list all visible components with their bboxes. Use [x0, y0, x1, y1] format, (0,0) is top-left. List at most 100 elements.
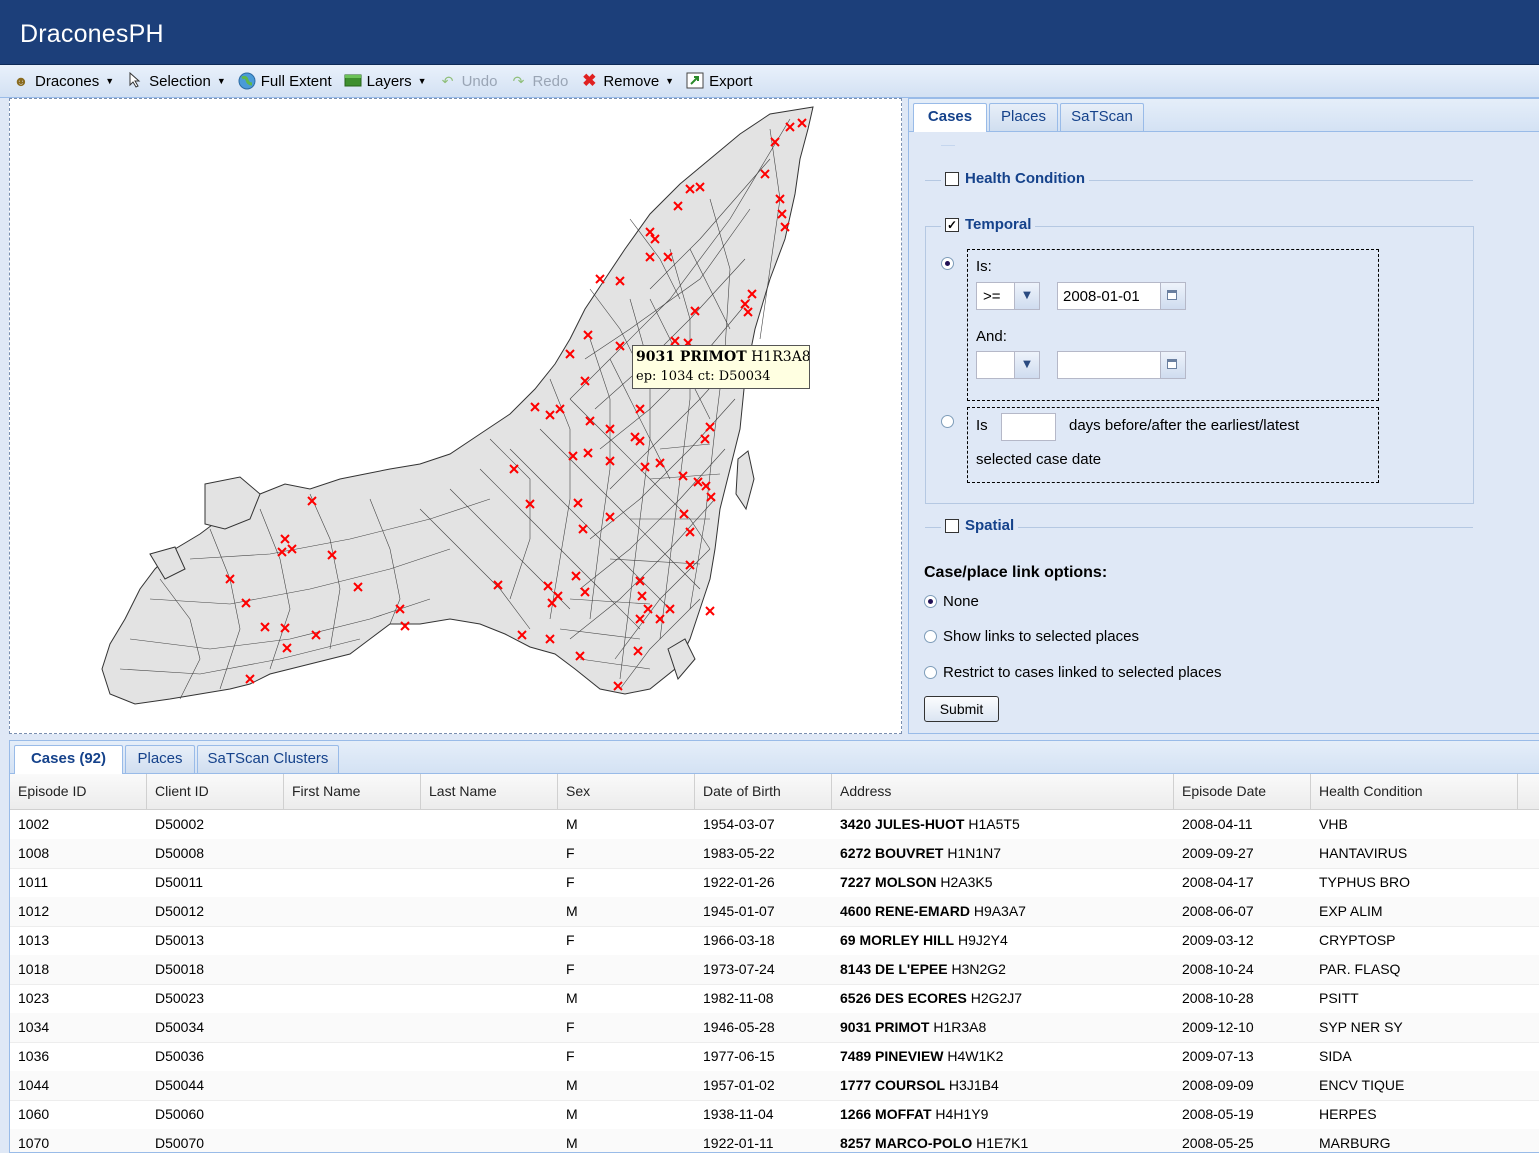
column-episode-date[interactable]: Episode Date [1174, 774, 1311, 809]
health-condition-fieldset[interactable]: Health Condition [941, 170, 1089, 187]
tab-places-results[interactable]: Places [125, 745, 195, 773]
chevron-down-icon[interactable]: ▼ [1014, 283, 1039, 309]
export-button[interactable]: Export [686, 72, 752, 90]
map-view[interactable]: 9031 PRIMOT H1R3A8 ep: 1034 ct: D50034 [9, 98, 902, 734]
layers-menu-button[interactable]: Layers ▼ [344, 72, 427, 90]
cell-dob: 1922-01-26 [703, 874, 775, 890]
address-postal: H4H1Y9 [931, 1106, 989, 1122]
remove-menu-button[interactable]: ✖ Remove ▼ [580, 72, 674, 90]
address-street: 7489 PINEVIEW [840, 1048, 944, 1064]
table-row[interactable]: 1060 D50060 M 1938-11-04 1266 MOFFAT H4H1Y9 2… [10, 1100, 1539, 1130]
cell-address: 9031 PRIMOT H1R3A8 [832, 1013, 1174, 1042]
table-row[interactable]: 1034 D50034 F 1946-05-28 9031 PRIMOT H1R3A8 2… [10, 1013, 1539, 1043]
island-map[interactable] [10, 99, 901, 733]
table-row[interactable]: 1013 D50013 F 1966-03-18 69 MORLEY HILL H9J2… [10, 926, 1539, 956]
column-episode-id[interactable]: Episode ID [10, 774, 147, 809]
cell-client: D50060 [155, 1106, 205, 1122]
cell-address: 7489 PINEVIEW H4W1K2 [832, 1042, 1174, 1071]
health-condition-checkbox[interactable] [945, 171, 959, 186]
cell-dob: 1973-07-24 [703, 961, 775, 977]
days-prefix-label: Is [976, 417, 988, 434]
redo-button[interactable]: ↷ Redo [509, 72, 569, 90]
cell-condition: PAR. FLASQ [1319, 961, 1401, 977]
cell-last [421, 810, 558, 839]
cell-last [421, 1042, 558, 1071]
submit-button[interactable]: Submit [924, 696, 999, 722]
link-none-radio[interactable] [924, 595, 937, 608]
tab-satscan[interactable]: SaTScan [1060, 103, 1144, 131]
case-marker[interactable] [705, 606, 715, 616]
cell-first [284, 1071, 421, 1100]
link-restrict-radio[interactable] [924, 666, 937, 679]
table-row[interactable]: 1002 D50002 M 1954-03-07 3420 JULES-HUOT H1A… [10, 810, 1539, 840]
days-suffix2-label: selected case date [976, 451, 1102, 468]
cell-client: D50034 [155, 1019, 205, 1035]
cell-dob: 1938-11-04 [703, 1106, 774, 1122]
days-suffix-label: days before/after the earliest/latest [1069, 417, 1300, 434]
tab-places[interactable]: Places [989, 103, 1058, 131]
column-first-name[interactable]: First Name [284, 774, 421, 809]
case-marker[interactable] [595, 274, 605, 284]
operator-select[interactable]: >= ▼ [976, 282, 1040, 310]
days-input[interactable] [1001, 413, 1056, 441]
cell-client: D50008 [155, 845, 205, 861]
dracones-menu-button[interactable]: ☻ Dracones ▼ [12, 72, 115, 90]
cell-condition: MARBURG [1319, 1135, 1391, 1151]
table-row[interactable]: 1044 D50044 M 1957-01-02 1777 COURSOL H3J1B4… [10, 1071, 1539, 1101]
cell-first [284, 984, 421, 1013]
temporal-legend[interactable]: ✓ Temporal [941, 216, 1036, 233]
column-last-name[interactable]: Last Name [421, 774, 558, 809]
cell-sex: M [566, 816, 578, 832]
link-option-show[interactable]: Show links to selected places [924, 628, 1139, 645]
tab-satscan-clusters[interactable]: SaTScan Clusters [197, 745, 339, 773]
cell-episode: 1034 [18, 1019, 50, 1035]
cell-sex: F [566, 1048, 575, 1064]
temporal-is-radio[interactable] [941, 257, 954, 270]
layers-icon [344, 72, 362, 90]
spatial-checkbox[interactable] [945, 518, 959, 533]
link-show-radio[interactable] [924, 630, 937, 643]
table-row[interactable]: 1023 D50023 M 1982-11-08 6526 DES ECORES H2G… [10, 984, 1539, 1014]
address-postal: H9J2Y4 [954, 932, 1008, 948]
app-title: DraconesPH [20, 20, 164, 48]
column-client-id[interactable]: Client ID [147, 774, 284, 809]
start-date-field[interactable]: 2008-01-01 [1057, 282, 1186, 310]
end-date-field[interactable] [1057, 351, 1186, 379]
address-postal: H2A3K5 [936, 874, 993, 890]
cell-client: D50044 [155, 1077, 205, 1093]
table-row[interactable]: 1036 D50036 F 1977-06-15 7489 PINEVIEW H4W1K… [10, 1042, 1539, 1072]
table-row[interactable]: 1070 D50070 M 1922-01-11 8257 MARCO-POLO H1E… [10, 1129, 1539, 1152]
link-option-none[interactable]: None [924, 593, 979, 610]
cell-dob: 1954-03-07 [703, 816, 775, 832]
column-date-of-birth[interactable]: Date of Birth [695, 774, 832, 809]
table-row[interactable]: 1011 D50011 F 1922-01-26 7227 MOLSON H2A3K5 2… [10, 868, 1539, 898]
temporal-checkbox[interactable]: ✓ [945, 217, 959, 232]
tab-cases-results[interactable]: Cases (92) [14, 745, 123, 774]
operator2-select[interactable]: ▼ [976, 351, 1040, 379]
column-address[interactable]: Address [832, 774, 1174, 809]
cell-address: 6526 DES ECORES H2G2J7 [832, 984, 1174, 1013]
temporal-days-radio[interactable] [941, 415, 954, 428]
is-label: Is: [976, 258, 992, 275]
full-extent-button[interactable]: Full Extent [238, 72, 332, 90]
cell-date: 2009-09-27 [1182, 845, 1254, 861]
cell-last [421, 926, 558, 955]
table-row[interactable]: 1008 D50008 F 1983-05-22 6272 BOUVRET H1N1N7… [10, 839, 1539, 869]
address-street: 6526 DES ECORES [840, 990, 967, 1006]
cell-client: D50012 [155, 903, 205, 919]
cell-episode: 1008 [18, 845, 50, 861]
column-health-condition[interactable]: Health Condition [1311, 774, 1518, 809]
table-row[interactable]: 1012 D50012 M 1945-01-07 4600 RENE-EMARD H9A… [10, 897, 1539, 927]
chevron-down-icon[interactable]: ▼ [1014, 352, 1039, 378]
tab-cases[interactable]: Cases [913, 103, 987, 132]
undo-button[interactable]: ↶ Undo [439, 72, 498, 90]
link-option-restrict[interactable]: Restrict to cases linked to selected pla… [924, 664, 1221, 681]
calendar-icon[interactable] [1160, 283, 1185, 309]
spatial-fieldset[interactable]: Spatial [941, 517, 1019, 534]
selection-menu-button[interactable]: Selection ▼ [126, 71, 226, 90]
cell-episode: 1011 [18, 874, 49, 890]
table-row[interactable]: 1018 D50018 F 1973-07-24 8143 DE L'EPEE H3N2… [10, 955, 1539, 985]
calendar-icon[interactable] [1160, 352, 1185, 378]
column-sex[interactable]: Sex [558, 774, 695, 809]
cell-client: D50018 [155, 961, 205, 977]
